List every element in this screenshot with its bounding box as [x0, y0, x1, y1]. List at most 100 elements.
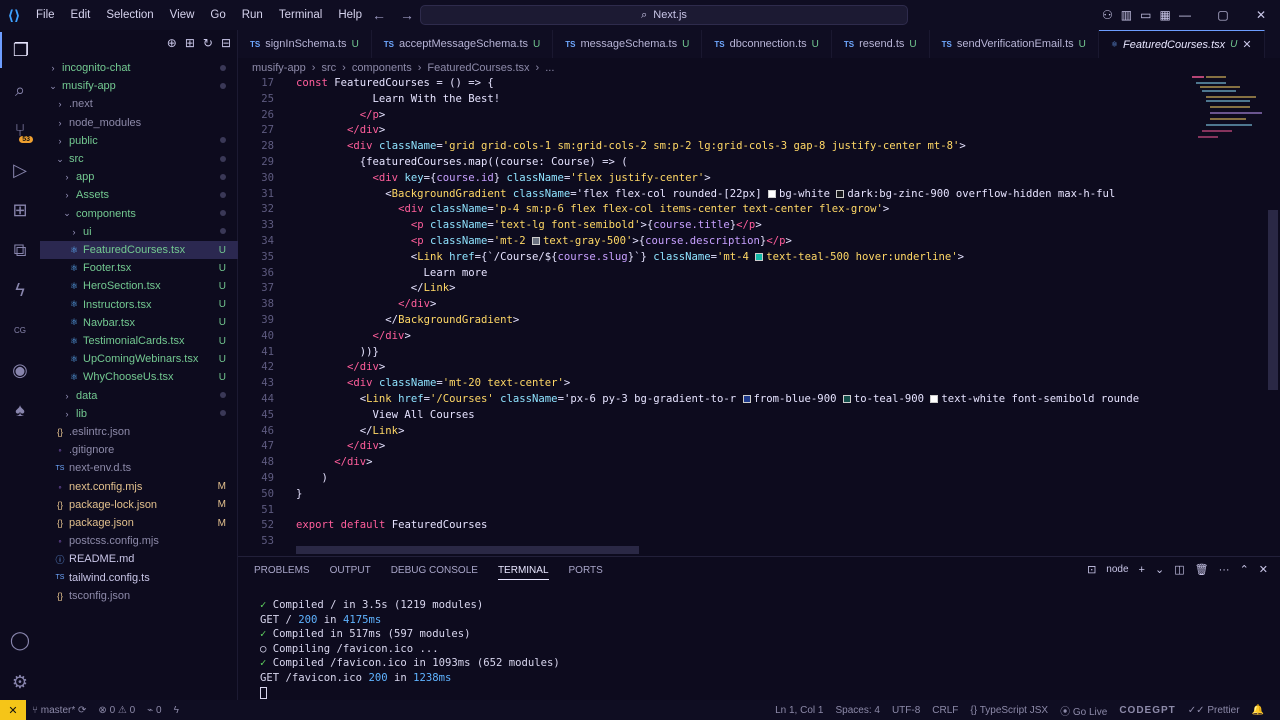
code-line[interactable]: 46 </Link> — [238, 425, 1188, 441]
code-line[interactable]: 38 </div> — [238, 298, 1188, 314]
breadcrumb-item[interactable]: ... — [545, 62, 554, 74]
collapse-all-icon[interactable]: ⊟ — [221, 36, 231, 50]
tree-item[interactable]: › data — [40, 387, 238, 405]
menu-run[interactable]: Run — [234, 0, 271, 30]
code-line[interactable]: 53 — [238, 535, 1188, 546]
code-line[interactable]: 49 ) — [238, 472, 1188, 488]
tree-item[interactable]: ⓘ README.md — [40, 550, 238, 568]
code-line[interactable]: 36 Learn more — [238, 267, 1188, 283]
close-window-icon[interactable]: ✕ — [1242, 8, 1280, 22]
cursor-position[interactable]: Ln 1, Col 1 — [769, 705, 829, 716]
terminal-shell-label[interactable]: node — [1106, 564, 1128, 575]
menu-terminal[interactable]: Terminal — [271, 0, 330, 30]
code-line[interactable]: 27 </div> — [238, 124, 1188, 140]
lightning-icon[interactable]: ϟ — [0, 272, 40, 308]
tab-terminal[interactable]: TERMINAL — [497, 565, 549, 580]
code-line[interactable]: 32 <div className='p-4 sm:p-6 flex flex-… — [238, 203, 1188, 219]
refresh-icon[interactable]: ↻ — [203, 36, 213, 50]
code-line[interactable]: 35 <Link href={`/Course/${course.slug}`}… — [238, 251, 1188, 267]
lightning-status-icon[interactable]: ϟ — [168, 705, 185, 716]
extensions-icon[interactable]: ⊞ — [0, 192, 40, 228]
code-line[interactable]: 40 </div> — [238, 330, 1188, 346]
source-control-icon[interactable]: ⑂ 53 — [0, 112, 40, 148]
code-line[interactable]: 50} — [238, 488, 1188, 504]
tree-item[interactable]: {} .eslintrc.json — [40, 423, 238, 441]
minimap[interactable] — [1192, 76, 1268, 176]
notifications-bell-icon[interactable]: 🔔 — [1246, 705, 1270, 716]
editor-tab[interactable]: ⚛ FeaturedCourses.tsx U ✕ — [1098, 30, 1265, 58]
more-actions-icon[interactable]: ··· — [1219, 564, 1230, 576]
back-arrow-icon[interactable]: ← — [372, 7, 386, 23]
account-icon[interactable]: ◯ — [0, 622, 40, 658]
github-icon[interactable]: ◉ — [0, 352, 40, 388]
close-panel-icon[interactable]: ✕ — [1259, 563, 1268, 576]
code-line[interactable]: 42 </div> — [238, 361, 1188, 377]
tree-item[interactable]: ⚛ HeroSection.tsx U — [40, 277, 238, 295]
tree-item[interactable]: ◦ .gitignore — [40, 441, 238, 459]
code-line[interactable]: 28 <div className='grid grid-cols-1 sm:g… — [238, 140, 1188, 156]
tree-item[interactable]: ⌄ src — [40, 150, 238, 168]
editor-horizontal-scrollbar[interactable] — [296, 546, 639, 554]
maximize-panel-icon[interactable]: ⌃ — [1240, 563, 1249, 576]
tree-item[interactable]: › public — [40, 132, 238, 150]
new-terminal-icon[interactable]: + — [1139, 564, 1145, 576]
go-live-button[interactable]: ⦿ Go Live — [1054, 703, 1113, 718]
tree-item[interactable]: › node_modules — [40, 114, 238, 132]
split-terminal-icon[interactable]: ◫ — [1174, 563, 1184, 576]
code-line[interactable]: 51 — [238, 504, 1188, 520]
run-debug-icon[interactable]: ▷ — [0, 152, 40, 188]
toggle-panel-icon[interactable]: ▭ — [1140, 8, 1151, 22]
code-editor[interactable]: 17 const FeaturedCourses = () => {25 Lear… — [238, 76, 1280, 546]
tree-item[interactable]: TS tailwind.config.ts — [40, 569, 238, 587]
tab-debug-console[interactable]: DEBUG CONSOLE — [391, 565, 478, 580]
menu-help[interactable]: Help — [330, 0, 370, 30]
manage-gear-icon[interactable]: ⚙ — [0, 664, 40, 700]
tree-item[interactable]: ⌄ musify-app — [40, 77, 238, 95]
tree-item[interactable]: › incognito-chat — [40, 59, 238, 77]
breadcrumb-item[interactable]: FeaturedCourses.tsx — [427, 62, 529, 74]
new-file-icon[interactable]: ⊕ — [167, 36, 177, 50]
menu-go[interactable]: Go — [202, 0, 233, 30]
copilot-icon[interactable]: ⚇ — [1102, 8, 1113, 22]
breadcrumb-item[interactable]: src — [321, 62, 336, 74]
editor-tab[interactable]: TS resend.ts U — [832, 30, 930, 58]
code-line[interactable]: 44 <Link href='/Courses' className='px-6… — [238, 393, 1188, 409]
tab-problems[interactable]: PROBLEMS — [254, 565, 310, 580]
code-line[interactable]: 29 {featuredCourses.map((course: Course)… — [238, 156, 1188, 172]
code-line[interactable]: 34 <p className='mt-2 text-gray-500'>{co… — [238, 235, 1188, 251]
mongodb-leaf-icon[interactable]: ♠ — [0, 392, 40, 428]
breadcrumb-item[interactable]: musify-app — [252, 62, 306, 74]
editor-tab[interactable]: TS acceptMessageSchema.ts U — [372, 30, 554, 58]
code-line[interactable]: 47 </div> — [238, 440, 1188, 456]
code-line[interactable]: 17 const FeaturedCourses = () => { — [238, 77, 1188, 93]
tree-item[interactable]: › Assets — [40, 186, 238, 204]
editor-tab[interactable]: TS signInSchema.ts U — [238, 30, 372, 58]
ports-indicator[interactable]: ⌁ 0 — [141, 705, 167, 716]
tree-item[interactable]: ⚛ Instructors.tsx U — [40, 296, 238, 314]
tree-item[interactable]: ◦ next.config.mjs M — [40, 478, 238, 496]
code-line[interactable]: 48 </div> — [238, 456, 1188, 472]
trash-icon[interactable]: 🗑 — [1195, 563, 1209, 576]
chevron-down-icon[interactable]: ⌄ — [1155, 563, 1164, 576]
tree-item[interactable]: ⚛ FeaturedCourses.tsx U — [40, 241, 238, 259]
menu-view[interactable]: View — [162, 0, 203, 30]
code-line[interactable]: 37 </Link> — [238, 282, 1188, 298]
tab-ports[interactable]: PORTS — [569, 565, 603, 580]
tree-item[interactable]: › .next — [40, 95, 238, 113]
codegpt-status[interactable]: CODEGPT — [1113, 705, 1181, 716]
code-line[interactable]: 31 <BackgroundGradient className='flex f… — [238, 188, 1188, 204]
code-line[interactable]: 45 View All Courses — [238, 409, 1188, 425]
tree-item[interactable]: {} tsconfig.json — [40, 587, 238, 605]
indentation[interactable]: Spaces: 4 — [829, 705, 885, 716]
search-icon[interactable]: ⌕ — [0, 72, 40, 108]
tree-item[interactable]: ⚛ TestimonialCards.tsx U — [40, 332, 238, 350]
tree-item[interactable]: › ui — [40, 223, 238, 241]
minimize-icon[interactable]: — — [1166, 8, 1204, 22]
tab-output[interactable]: OUTPUT — [330, 565, 371, 580]
code-line[interactable]: 33 <p className='text-lg font-semibold'>… — [238, 219, 1188, 235]
close-tab-icon[interactable]: ✕ — [1242, 38, 1251, 51]
tree-item[interactable]: ⚛ Navbar.tsx U — [40, 314, 238, 332]
editor-tab[interactable]: TS dbconnection.ts U — [702, 30, 832, 58]
command-center-search[interactable]: ⌕ Next.js — [420, 5, 908, 25]
problems-indicator[interactable]: ⊗ 0 ⚠ 0 — [92, 705, 141, 716]
